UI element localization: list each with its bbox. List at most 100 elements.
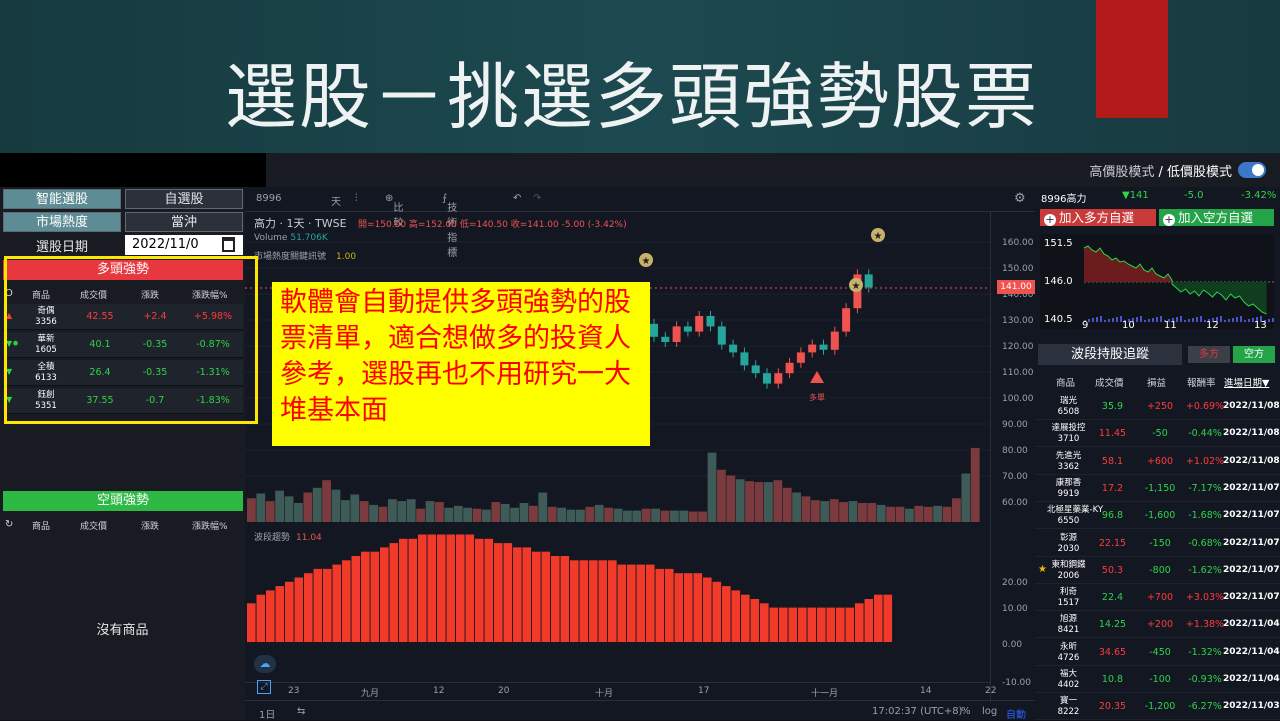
volume-bar bbox=[961, 473, 971, 522]
volume-bar bbox=[547, 506, 557, 522]
volume-bar bbox=[369, 504, 378, 522]
wave-trend-bar bbox=[513, 547, 522, 642]
auto-toggle[interactable]: 自動 bbox=[1006, 706, 1026, 721]
volume-bar bbox=[341, 500, 350, 522]
swing-list-row[interactable]: 達展投控 3710 11.45 -50 -0.44% 2022/11/08 bbox=[1035, 420, 1280, 448]
volume-bar bbox=[670, 510, 679, 522]
price-mode-toggle[interactable] bbox=[1238, 162, 1266, 178]
mini-volume-bar bbox=[1140, 316, 1142, 322]
wave-trend-bar bbox=[399, 538, 408, 642]
period-button[interactable]: 天 bbox=[331, 193, 341, 208]
mini-volume-bar bbox=[1152, 318, 1154, 322]
log-toggle[interactable]: log bbox=[982, 706, 997, 717]
redo-icon[interactable]: ↷ bbox=[533, 193, 541, 204]
swing-list-row[interactable]: 瑞光 6508 35.9 +250 +0.69% 2022/11/08 bbox=[1035, 393, 1280, 420]
price-mode-label: 高價股模式 / 低價股模式 bbox=[1089, 165, 1232, 180]
mini-volume-bar bbox=[1272, 318, 1274, 322]
col-price: 成交價 bbox=[1095, 378, 1124, 389]
volume-bar bbox=[416, 508, 425, 522]
swing-list-row[interactable]: ★ 東和鋼鐵 2006 50.3 -800 -1.62% 2022/11/07 bbox=[1035, 557, 1280, 584]
highlight-frame bbox=[4, 256, 258, 424]
daytrade-button[interactable]: 當沖 bbox=[125, 212, 243, 232]
goto-date-icon[interactable]: ⇆ bbox=[297, 706, 305, 717]
volume-bar bbox=[726, 475, 736, 522]
wave-trend-bar bbox=[617, 564, 627, 642]
calendar-icon[interactable] bbox=[222, 237, 235, 252]
wave-trend-bar bbox=[798, 607, 807, 642]
col-entry-date-sort[interactable]: 進場日期▼ bbox=[1224, 375, 1269, 389]
wave-trend-bar bbox=[266, 590, 275, 642]
settings-gear-icon[interactable]: ⚙ bbox=[1014, 191, 1026, 206]
wave-trend-bar bbox=[456, 534, 465, 642]
add-short-watchlist-button[interactable]: + 加入空方自選 bbox=[1159, 209, 1274, 226]
pick-date-input[interactable]: 2022/11/0 bbox=[125, 235, 243, 255]
tab-short[interactable]: 空方 bbox=[1233, 346, 1275, 363]
swing-list-row[interactable]: 寶一 8222 20.35 -1,200 -6.27% 2022/11/03 bbox=[1035, 693, 1280, 721]
candle bbox=[763, 373, 771, 384]
swing-list-row[interactable]: 北極星藥業-KY 6550 96.8 -1,600 -1.68% 2022/11/07 bbox=[1035, 502, 1280, 530]
col-pl: 損益 bbox=[1147, 378, 1167, 389]
wave-trend-bar bbox=[864, 599, 874, 642]
wave-trend-bar bbox=[589, 560, 598, 642]
annotation-callout: 軟體會自動提供多頭強勢的股票清單，適合想做多的投資人參考，選股再也不用研究一大堆… bbox=[272, 282, 650, 446]
volume-bar bbox=[284, 496, 294, 522]
time-axis[interactable]: 23 九月 12 20 十月 17 十一月 14 22 bbox=[245, 682, 996, 700]
wave-trend-bar bbox=[760, 603, 769, 642]
add-long-watchlist-button[interactable]: + 加入多方自選 bbox=[1040, 209, 1156, 226]
wave-trend-bar bbox=[646, 564, 655, 642]
stock-pl: -100 bbox=[1149, 674, 1171, 685]
wave-trend-bar bbox=[712, 581, 722, 642]
wave-trend-bar bbox=[342, 560, 351, 642]
range-button[interactable]: 1日 bbox=[259, 706, 275, 721]
entry-date: 2022/11/08 bbox=[1223, 428, 1280, 439]
swing-list-row[interactable]: 福大 4402 10.8 -100 -0.93% 2022/11/04 bbox=[1035, 666, 1280, 693]
wave-trend-bar bbox=[636, 564, 646, 642]
swing-list-row[interactable]: 康那香 9919 17.2 -1,150 -7.17% 2022/11/07 bbox=[1035, 475, 1280, 502]
market-heat-button[interactable]: 市場熱度 bbox=[3, 212, 121, 232]
undo-icon[interactable]: ↶ bbox=[513, 193, 521, 204]
watchlist-button[interactable]: 自選股 bbox=[125, 189, 243, 209]
wave-trend-bar bbox=[807, 607, 817, 642]
stock-price: 20.35 bbox=[1098, 701, 1127, 713]
tab-long[interactable]: 多方 bbox=[1188, 346, 1230, 363]
percent-toggle[interactable]: % bbox=[961, 706, 971, 717]
stock-price: 22.15 bbox=[1098, 537, 1127, 549]
wave-trend-bar bbox=[570, 560, 579, 642]
volume-bar bbox=[698, 511, 707, 522]
mini-x-label: 13 bbox=[1254, 320, 1267, 329]
stock-price: 58.1 bbox=[1101, 455, 1124, 467]
wave-trend-label: 波段趨勢 11.04 bbox=[254, 533, 322, 543]
volume-bar bbox=[519, 503, 529, 522]
mini-volume-bar bbox=[1268, 319, 1270, 322]
wave-trend-bar bbox=[532, 551, 541, 642]
swing-list-row[interactable]: 利奇 1517 22.4 +700 +3.03% 2022/11/07 bbox=[1035, 584, 1280, 612]
volume-bar bbox=[895, 506, 905, 522]
wave-trend-bar bbox=[503, 543, 513, 642]
compare-button[interactable]: ⊕ 比較 bbox=[385, 193, 403, 229]
cloud-icon[interactable]: ☁ bbox=[254, 655, 276, 673]
candle bbox=[661, 336, 670, 342]
swing-list-row[interactable]: 旭源 8421 14.25 +200 +1.38% 2022/11/04 bbox=[1035, 611, 1280, 639]
stock-pl: -50 bbox=[1152, 428, 1168, 440]
smart-pick-button[interactable]: 智能選股 bbox=[3, 189, 121, 209]
indicators-button[interactable]: ⨍ 技術指標 bbox=[442, 193, 457, 259]
volume-bar bbox=[829, 499, 839, 522]
wave-trend-bar bbox=[779, 607, 788, 642]
stock-chart[interactable]: 8996 天 ⫶ ⊕ 比較 ⨍ 技術指標 ↶ ↷ ⚙ 高力 · 1天 · TWS… bbox=[245, 187, 1035, 721]
swing-list-row[interactable]: 永昕 4726 34.65 -450 -1.32% 2022/11/04 bbox=[1035, 639, 1280, 666]
black-strip bbox=[0, 153, 266, 187]
y-tick-label: -10.00 bbox=[1002, 678, 1032, 688]
wave-trend-bar bbox=[494, 543, 503, 642]
candle-style-icon[interactable]: ⫶ bbox=[355, 193, 358, 204]
refresh-icon[interactable]: ↻ bbox=[5, 519, 13, 530]
wave-trend-bar bbox=[380, 547, 389, 642]
symbol-field[interactable]: 8996 bbox=[256, 193, 281, 204]
swing-list-row[interactable]: 彰源 2030 22.15 -150 -0.68% 2022/11/07 bbox=[1035, 530, 1280, 557]
volume-bar bbox=[312, 487, 322, 522]
volume-bar bbox=[858, 503, 867, 522]
volume-bar bbox=[510, 507, 519, 522]
swing-list-row[interactable]: 先進光 3362 58.1 +600 +1.02% 2022/11/08 bbox=[1035, 448, 1280, 475]
volume-bar bbox=[585, 506, 595, 522]
draw-tool-icon[interactable]: ⤢ bbox=[257, 680, 271, 694]
y-tick-label: 20.00 bbox=[1002, 578, 1028, 588]
